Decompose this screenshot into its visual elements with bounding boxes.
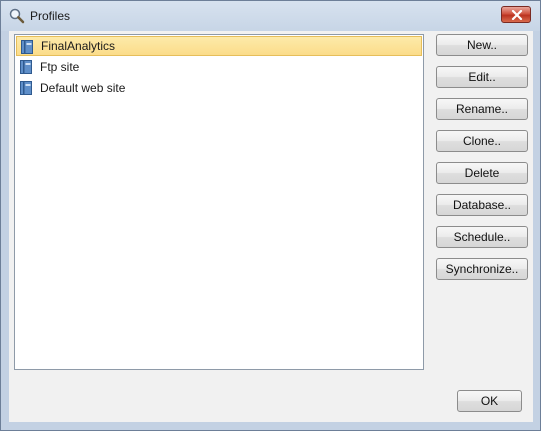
delete-button[interactable]: Delete [436,162,528,184]
list-item-label: Default web site [40,81,126,95]
list-item[interactable]: Ftp site [16,57,422,77]
list-item[interactable]: FinalAnalytics [16,36,422,56]
ok-button[interactable]: OK [457,390,522,412]
profiles-list[interactable]: FinalAnalytics Ftp site Default web site [14,34,424,370]
dialog-body: FinalAnalytics Ftp site Default web site… [9,31,533,422]
profile-book-icon [20,60,32,74]
magnifier-icon [8,7,26,25]
database-button[interactable]: Database.. [436,194,528,216]
edit-button[interactable]: Edit.. [436,66,528,88]
profiles-dialog: Profiles FinalAnalytics Ftp site Default… [0,0,541,431]
close-button[interactable] [501,6,531,23]
clone-button[interactable]: Clone.. [436,130,528,152]
title-bar[interactable]: Profiles [1,1,540,31]
close-icon [511,10,523,20]
profile-book-icon [21,40,33,54]
rename-button[interactable]: Rename.. [436,98,528,120]
list-item[interactable]: Default web site [16,78,422,98]
schedule-button[interactable]: Schedule.. [436,226,528,248]
profile-book-icon [20,81,32,95]
window-title: Profiles [30,9,71,23]
new-button[interactable]: New.. [436,34,528,56]
synchronize-button[interactable]: Synchronize.. [436,258,528,280]
list-item-label: Ftp site [40,60,80,74]
list-item-label: FinalAnalytics [41,39,116,53]
